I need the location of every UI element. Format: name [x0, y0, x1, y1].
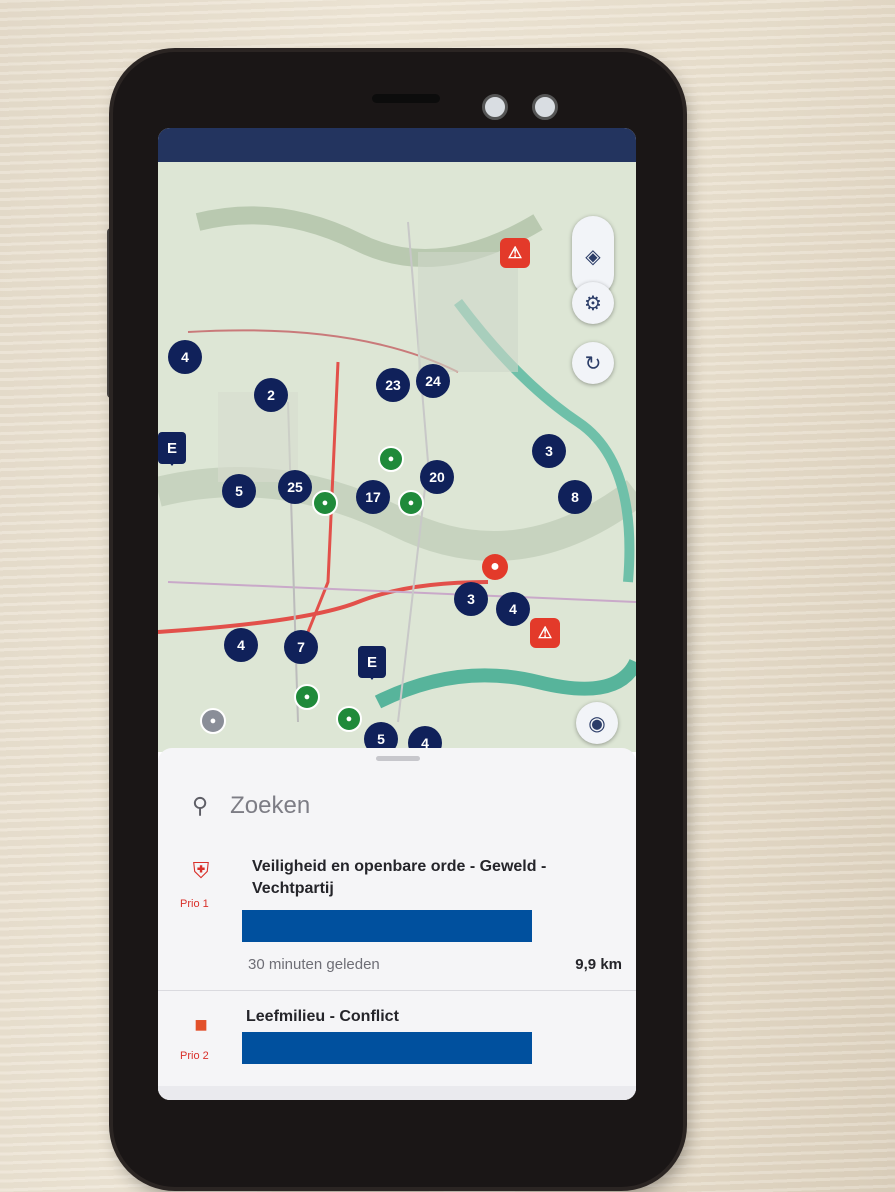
cluster-marker[interactable]: 3: [454, 582, 488, 616]
cluster-marker[interactable]: 24: [416, 364, 450, 398]
incident-distance: 9,9 km: [575, 956, 622, 973]
vehicle-marker-icon[interactable]: ●: [336, 706, 362, 732]
refresh-icon: ↻: [584, 352, 602, 375]
cluster-marker[interactable]: 17: [356, 480, 390, 514]
cluster-marker[interactable]: 4: [496, 592, 530, 626]
vehicle-marker-icon[interactable]: ●: [312, 490, 338, 516]
redacted-address: [242, 1032, 532, 1064]
cluster-marker[interactable]: 5: [222, 474, 256, 508]
list-divider: [158, 990, 636, 991]
incident-title: Veiligheid en openbare orde - Geweld - V…: [252, 858, 547, 897]
bottom-sheet: ⚲ ⛨ Prio 1 Veiligheid en openbare orde -…: [158, 748, 636, 1100]
vehicle-marker-icon[interactable]: ●: [398, 490, 424, 516]
incident-list-item[interactable]: ⛨ Prio 1 Veiligheid en openbare orde - G…: [158, 850, 636, 988]
map-view[interactable]: 4 2 23 24 3 5 25 17 20 8 3 4 4 7 5 4 E E…: [158, 162, 636, 752]
alarm-icon: ■: [194, 1012, 208, 1037]
map-pin[interactable]: E: [158, 432, 186, 466]
front-camera: [482, 94, 508, 120]
system-nav-bar: [158, 1086, 636, 1100]
refresh-button[interactable]: ↻: [572, 342, 614, 384]
search-input[interactable]: [228, 791, 563, 821]
phone-screen: 4 2 23 24 3 5 25 17 20 8 3 4 4 7 5 4 E E…: [158, 128, 636, 1100]
cluster-marker[interactable]: 3: [532, 434, 566, 468]
search-bar[interactable]: ⚲: [192, 786, 612, 826]
locate-button[interactable]: ◉: [576, 702, 618, 744]
layers-icon: ◈: [585, 245, 601, 268]
cluster-marker[interactable]: 25: [278, 470, 312, 504]
incident-marker-icon[interactable]: ⚠: [500, 238, 530, 268]
settings-button[interactable]: ⚙: [572, 282, 614, 324]
incident-marker-icon[interactable]: ●: [482, 554, 508, 580]
map-pin[interactable]: E: [358, 646, 386, 680]
vehicle-marker-icon[interactable]: ●: [294, 684, 320, 710]
redacted-address: [242, 910, 532, 942]
cluster-marker[interactable]: 2: [254, 378, 288, 412]
search-icon: ⚲: [192, 793, 209, 818]
priority-label: Prio 1: [180, 898, 209, 910]
cluster-marker[interactable]: 4: [224, 628, 258, 662]
vehicle-marker-icon[interactable]: ●: [378, 446, 404, 472]
front-sensor: [532, 94, 558, 120]
incident-title: Leefmilieu - Conflict: [246, 1008, 399, 1025]
shield-alert-icon: ⛨: [192, 858, 210, 883]
incident-list-item[interactable]: ■ Prio 2 Leefmilieu - Conflict: [158, 1004, 636, 1094]
sheet-drag-handle[interactable]: [376, 756, 420, 761]
gear-icon: ⚙: [584, 292, 602, 315]
priority-label: Prio 2: [180, 1050, 209, 1062]
status-bar: [158, 128, 636, 162]
cluster-marker[interactable]: 4: [168, 340, 202, 374]
incident-time: 30 minuten geleden: [248, 956, 380, 973]
incident-marker-icon[interactable]: ⚠: [530, 618, 560, 648]
locate-icon: ◉: [588, 712, 606, 735]
cluster-marker[interactable]: 8: [558, 480, 592, 514]
unit-marker-icon[interactable]: ●: [200, 708, 226, 734]
cluster-marker[interactable]: 20: [420, 460, 454, 494]
cluster-marker[interactable]: 23: [376, 368, 410, 402]
phone-speaker: [372, 94, 440, 103]
cluster-marker[interactable]: 7: [284, 630, 318, 664]
